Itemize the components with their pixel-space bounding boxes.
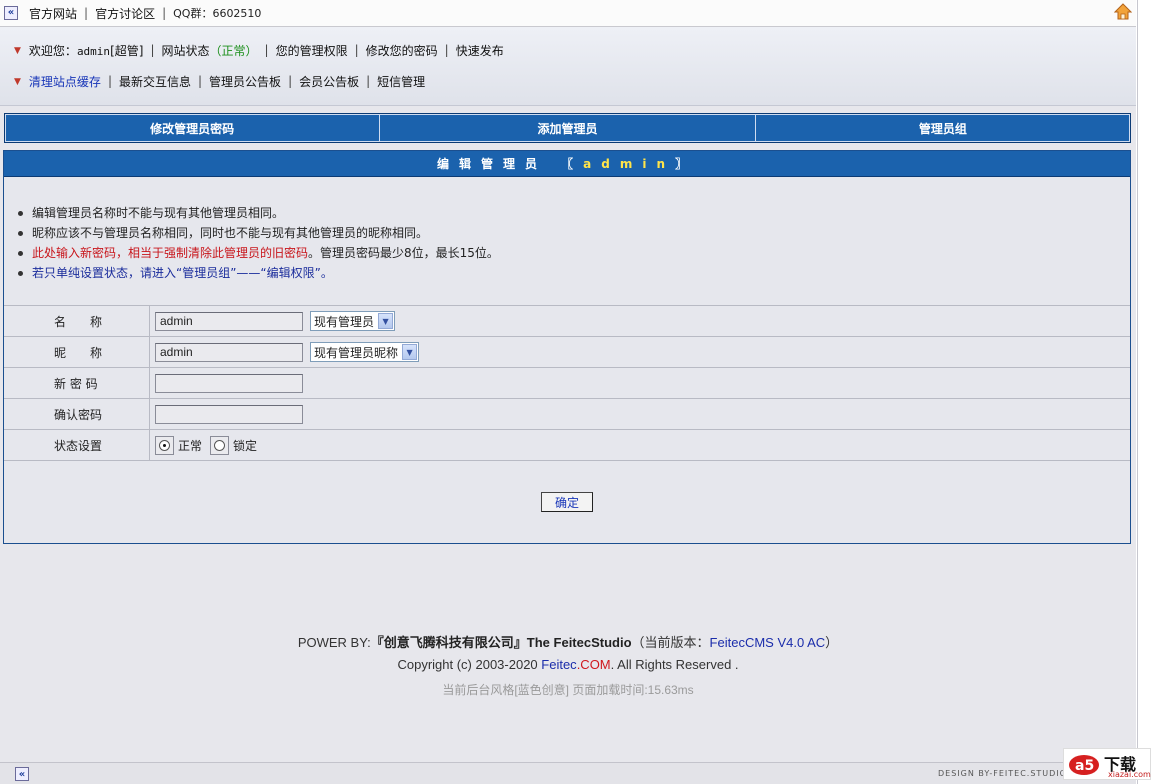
nickname-label: 昵 称: [4, 337, 150, 367]
tab-add-admin[interactable]: 添加管理员: [380, 114, 756, 142]
new-password-label: 新 密 码: [4, 368, 150, 398]
version-link[interactable]: FeitecCMS V4.0 AC: [710, 635, 826, 650]
scrollbar-gutter[interactable]: [1136, 0, 1156, 784]
chevron-down-icon: ▼: [14, 46, 21, 56]
tab-bar: 修改管理员密码 添加管理员 管理员组: [4, 113, 1131, 143]
site-status-value: （正常）: [209, 43, 258, 58]
svg-text:a5: a5: [1075, 758, 1094, 774]
name-input[interactable]: [155, 311, 303, 331]
new-password-input[interactable]: [155, 373, 303, 393]
page: « 官方网站 | 官方讨论区 | QQ群：6602510 ▼ 欢迎您：admin…: [0, 0, 1136, 784]
admin-bulletin-link[interactable]: 管理员公告板: [202, 73, 288, 90]
quick-publish-link[interactable]: 快速发布: [449, 42, 511, 59]
confirm-password-input[interactable]: [155, 404, 303, 424]
member-bulletin-link[interactable]: 会员公告板: [292, 73, 366, 90]
note-item: 若只单纯设置状态，请进入“管理员组”——“编辑权限”。: [18, 263, 499, 283]
panel-title: 编辑管理员 〖 admin 〗: [4, 151, 1130, 177]
footer-load-time: 当前后台风格[蓝色创意] 页面加载时间:15.63ms: [442, 683, 694, 697]
top-bar: « 官方网站 | 官方讨论区 | QQ群：6602510: [0, 0, 1136, 27]
brand-link[interactable]: Feitec: [541, 657, 576, 672]
footer-copyright: Copyright (c) 2003-2020 Feitec.COM. All …: [397, 657, 739, 672]
form-row-status: 状态设置 正常 锁定: [4, 430, 1130, 461]
status-locked-radio[interactable]: [210, 435, 230, 455]
form-row-name: 名 称 现有管理员 ▼: [4, 306, 1130, 337]
a5-logo-icon: a5: [1069, 755, 1099, 775]
tab-change-admin-password[interactable]: 修改管理员密码: [5, 114, 381, 142]
latest-interactions-link[interactable]: 最新交互信息: [112, 73, 198, 90]
clear-cache-link[interactable]: 清理站点缓存: [29, 73, 108, 90]
note-item: 昵称应该不与管理员名称相同，同时也不能与现有其他管理员的昵称相同。: [18, 223, 499, 243]
name-label: 名 称: [4, 306, 150, 336]
chevron-down-icon: ▼: [378, 313, 394, 329]
form-row-nickname: 昵 称 现有管理员昵称 ▼: [4, 337, 1130, 368]
collapse-left-icon[interactable]: «: [4, 6, 18, 20]
qq-group-text: QQ群：6602510: [173, 7, 262, 20]
note-item: 编辑管理员名称时不能与现有其他管理员相同。: [18, 203, 499, 223]
collapse-left-icon[interactable]: «: [15, 767, 29, 781]
form-row-confirm-password: 确认密码: [4, 399, 1130, 430]
official-forum-link[interactable]: 官方讨论区: [88, 5, 162, 22]
nav-row-1: ▼ 欢迎您：admin[超管] | 网站状态（正常） | 您的管理权限 | 修改…: [14, 41, 511, 59]
watermark-logo: a5 下载 xiazai.com: [1063, 748, 1151, 780]
admin-name: admin: [583, 156, 676, 171]
notes-list: 编辑管理员名称时不能与现有其他管理员相同。 昵称应该不与管理员名称相同，同时也不…: [18, 203, 499, 283]
existing-admins-select[interactable]: 现有管理员 ▼: [310, 311, 396, 331]
bottom-bar: « DESIGN BY-FEITEC.STUDIO: [0, 762, 1136, 784]
existing-nicknames-select[interactable]: 现有管理员昵称 ▼: [310, 342, 420, 362]
note-item: 此处输入新密码，相当于强制清除此管理员的旧密码 。管理员密码最少8位，最长15位。: [18, 243, 499, 263]
status-radio-group: 正常 锁定: [155, 435, 259, 455]
edit-admin-panel: 编辑管理员 〖 admin 〗 编辑管理员名称时不能与现有其他管理员相同。 昵称应该…: [3, 150, 1131, 544]
design-credit: DESIGN BY-FEITEC.STUDIO: [938, 769, 1067, 778]
confirm-password-label: 确认密码: [4, 399, 150, 429]
submit-button[interactable]: 确定: [541, 492, 593, 512]
header-nav: ▼ 欢迎您：admin[超管] | 网站状态（正常） | 您的管理权限 | 修改…: [0, 27, 1136, 106]
nav-row-2: ▼ 清理站点缓存 | 最新交互信息 | 管理员公告板 | 会员公告板 | 短信管…: [14, 72, 432, 90]
status-locked-label: 锁定: [233, 438, 258, 453]
site-status-link[interactable]: 网站状态（正常）: [154, 42, 264, 59]
chevron-down-icon: ▼: [402, 344, 418, 360]
status-normal-radio[interactable]: [155, 435, 174, 455]
chevron-down-icon: ▼: [14, 77, 21, 87]
home-icon[interactable]: [1114, 3, 1132, 21]
edit-admin-form: 名 称 现有管理员 ▼ 昵 称 现有管理员昵称 ▼: [4, 305, 1130, 461]
official-site-link[interactable]: 官方网站: [22, 5, 84, 22]
change-my-password-link[interactable]: 修改您的密码: [359, 42, 445, 59]
footer-powered-by: POWER BY:『创意飞腾科技有限公司』The FeitecStudio（当前…: [297, 635, 839, 650]
status-normal-label: 正常: [178, 438, 203, 453]
my-permissions-link[interactable]: 您的管理权限: [269, 42, 355, 59]
welcome-text: 欢迎您：admin[超管]: [28, 43, 144, 58]
form-row-new-password: 新 密 码: [4, 368, 1130, 399]
nickname-input[interactable]: [155, 342, 303, 362]
tab-admin-groups[interactable]: 管理员组: [756, 114, 1130, 142]
sms-manage-link[interactable]: 短信管理: [370, 73, 432, 90]
status-label: 状态设置: [4, 430, 150, 460]
